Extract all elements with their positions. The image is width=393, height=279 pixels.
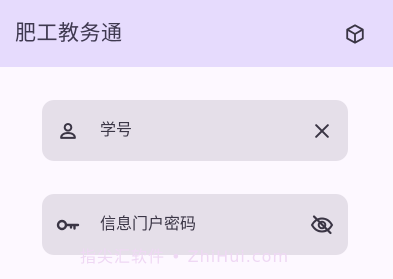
cube-icon xyxy=(346,24,364,44)
person-icon xyxy=(55,118,81,144)
cube-icon-button[interactable] xyxy=(341,20,369,48)
top-app-bar: 肥工教务通 xyxy=(0,0,393,67)
key-icon xyxy=(55,212,81,238)
student-id-label: 学号 xyxy=(100,120,133,139)
portal-password-field[interactable]: 信息门户密码 xyxy=(42,194,348,255)
student-id-field[interactable]: 学号 xyxy=(42,100,348,161)
portal-password-label: 信息门户密码 xyxy=(100,214,197,233)
app-title: 肥工教务通 xyxy=(15,21,123,45)
close-icon[interactable] xyxy=(308,117,336,145)
watermark: 指尖汇软件 • ZhiHui.com xyxy=(80,247,290,266)
visibility-off-icon[interactable] xyxy=(308,211,336,239)
